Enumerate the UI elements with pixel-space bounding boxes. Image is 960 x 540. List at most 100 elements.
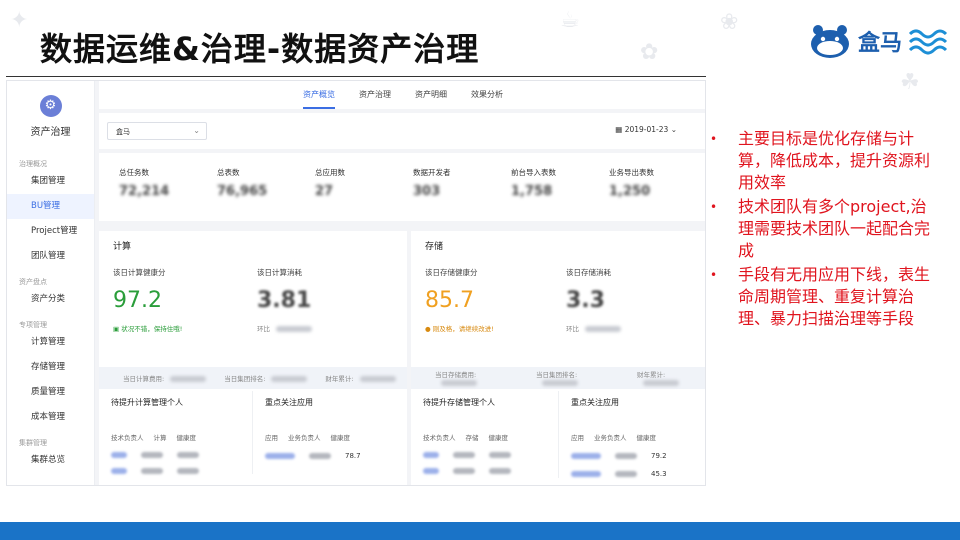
redacted-value [541, 380, 578, 386]
main-content: 资产概览 资产治理 资产明细 效果分析 盒马 ⌄ ▦ 2019-01-23 ⌄ … [99, 81, 705, 485]
list-item[interactable] [423, 452, 558, 458]
brand-name: 盒马 [858, 31, 903, 56]
storage-metrics: 该日存储健康分 85.7 ● 刚及格，请继续改进! 该日存储消耗 3.3 环比 [411, 257, 705, 333]
compare-label: 环比 [257, 325, 270, 333]
bullet-item: • 主要目标是优化存储与计算，降低成本，提升资源利用效率 [710, 128, 950, 194]
food-doodle-icon: ❀ [720, 10, 739, 35]
tab-asset-detail[interactable]: 资产明细 [415, 89, 447, 109]
compare-row: 环比 [566, 323, 705, 333]
redacted-value [170, 376, 207, 382]
health-note-text: 状况不错，保持住哦! [121, 325, 183, 333]
list-title: 重点关注应用 [265, 398, 313, 407]
list-header: 应用 业务负责人 健康度 [571, 432, 705, 442]
list-item[interactable]: 79.2 [571, 452, 705, 460]
food-doodle-icon: ☕ [560, 8, 580, 33]
stat-card: 总任务数 72,214 [119, 167, 217, 221]
bu-select[interactable]: 盒马 ⌄ [107, 122, 207, 140]
column-header: 应用 [571, 434, 584, 442]
sidebar-item-quality[interactable]: 质量管理 [7, 380, 94, 405]
health-note-text: 刚及格，请继续改进! [432, 325, 494, 333]
compute-health: 该日计算健康分 97.2 ▣ 状况不错，保持住哦! [113, 267, 257, 333]
redacted-cell [453, 468, 475, 474]
sidebar-item-cost[interactable]: 成本管理 [7, 405, 94, 430]
sidebar: ⚙ 资产治理 治理概况 集团管理 BU管理 Project管理 团队管理 资产盘… [7, 81, 95, 485]
summary-item: 当日存储费用: [435, 369, 518, 387]
column-header: 技术负责人 [111, 434, 144, 442]
summary-label: 当日集团排名: [535, 371, 578, 379]
sidebar-item-group[interactable]: 集团管理 [7, 169, 94, 194]
list-header: 技术负责人 计算 健康度 [111, 432, 252, 442]
sidebar-item-project[interactable]: Project管理 [7, 219, 94, 244]
list-header: 应用 业务负责人 健康度 [265, 432, 407, 442]
filter-bar: 盒马 ⌄ ▦ 2019-01-23 ⌄ [99, 113, 705, 149]
list-item[interactable] [111, 468, 252, 474]
stat-label: 总任务数 [119, 168, 149, 177]
tab-effect-analysis[interactable]: 效果分析 [471, 89, 503, 109]
storage-cost-value: 3.3 [566, 288, 605, 313]
redacted-cell [571, 453, 601, 459]
tab-asset-governance[interactable]: 资产治理 [359, 89, 391, 109]
stat-value: 76,965 [217, 184, 268, 199]
bullet-list: • 主要目标是优化存储与计算，降低成本，提升资源利用效率 • 技术团队有多个proj… [710, 128, 950, 332]
redacted-cell [141, 452, 163, 458]
food-doodle-icon: ☘ [900, 70, 920, 95]
sidebar-item-cluster[interactable]: 集群总览 [7, 448, 94, 473]
stats-row: 总任务数 72,214 总表数 76,965 总应用数 27 数据开发者 303 前台导… [99, 153, 705, 221]
health-value: 45.3 [651, 470, 667, 478]
tab-asset-overview[interactable]: 资产概览 [303, 89, 335, 109]
stat-label: 总应用数 [315, 168, 345, 177]
column-header: 存储 [465, 434, 479, 442]
slide-title: 数据运维&治理-数据资产治理 [40, 30, 480, 68]
stat-value: 27 [315, 184, 334, 199]
list-title: 重点关注应用 [571, 398, 619, 407]
nav-section-label: 集群管理 [19, 439, 47, 447]
list-item[interactable] [423, 468, 558, 474]
stat-label: 前台导入表数 [511, 168, 556, 177]
list-item[interactable]: 45.3 [571, 470, 705, 478]
redacted-cell [111, 452, 127, 458]
bullet-dot-icon: • [710, 268, 718, 282]
stat-card: 业务导出表数 1,250 [609, 167, 705, 221]
redacted-cell [453, 452, 475, 458]
storage-cost: 该日存储消耗 3.3 环比 [566, 267, 705, 333]
sidebar-item-bu[interactable]: BU管理 [7, 194, 94, 219]
stat-value: 72,214 [119, 184, 170, 199]
list-item[interactable]: 78.7 [265, 452, 407, 460]
redacted-cell [265, 453, 295, 459]
stat-label: 总表数 [217, 168, 240, 177]
sidebar-header: ⚙ 资产治理 [7, 81, 94, 151]
list-item[interactable] [111, 452, 252, 458]
storage-panel: 存储 该日存储健康分 85.7 ● 刚及格，请继续改进! 该日存储消耗 3.3 … [411, 231, 705, 485]
redacted-cell [423, 452, 439, 458]
list-title: 待提升计算管理个人 [111, 398, 183, 407]
bullet-text: 主要目标是优化存储与计算，降低成本，提升资源利用效率 [738, 129, 931, 192]
column-header: 健康度 [330, 434, 351, 442]
food-doodle-icon: ✿ [640, 40, 659, 65]
sidebar-item-storage[interactable]: 存储管理 [7, 355, 94, 380]
warning-icon: ● [425, 325, 433, 333]
date-picker[interactable]: ▦ 2019-01-23 ⌄ [615, 125, 677, 134]
chevron-down-icon: ⌄ [670, 125, 677, 134]
chevron-down-icon: ⌄ [193, 126, 200, 135]
app-screenshot: ⚙ 资产治理 治理概况 集团管理 BU管理 Project管理 团队管理 资产盘… [6, 80, 706, 486]
title-divider [6, 76, 706, 77]
sidebar-item-team[interactable]: 团队管理 [7, 244, 94, 269]
panel-title: 计算 [113, 242, 132, 252]
stat-card: 数据开发者 303 [413, 167, 511, 221]
storage-people-list: 待提升存储管理个人 技术负责人 存储 健康度 [411, 391, 559, 478]
bullet-dot-icon: • [710, 200, 718, 214]
bullet-item: • 手段有无用应用下线，表生命周期管理、重复计算治理、暴力扫描治理等手段 [710, 264, 950, 330]
brand-logo: 盒马 [808, 22, 948, 60]
stat-label: 业务导出表数 [609, 168, 654, 177]
bullet-text: 技术团队有多个project,治理需要技术团队一起配合完成 [738, 197, 931, 260]
bullet-item: • 技术团队有多个project,治理需要技术团队一起配合完成 [710, 196, 950, 262]
summary-label: 当日集团排名: [224, 375, 266, 383]
column-header: 健康度 [488, 434, 509, 442]
column-header: 计算 [153, 434, 167, 442]
redacted-value [642, 380, 679, 386]
sidebar-item-compute[interactable]: 计算管理 [7, 330, 94, 355]
compute-app-list: 重点关注应用 应用 业务负责人 健康度 78.7 [253, 391, 407, 474]
metric-label: 该日存储健康分 [425, 268, 478, 277]
waves-icon [908, 29, 948, 55]
sidebar-item-asset-category[interactable]: 资产分类 [7, 287, 94, 312]
